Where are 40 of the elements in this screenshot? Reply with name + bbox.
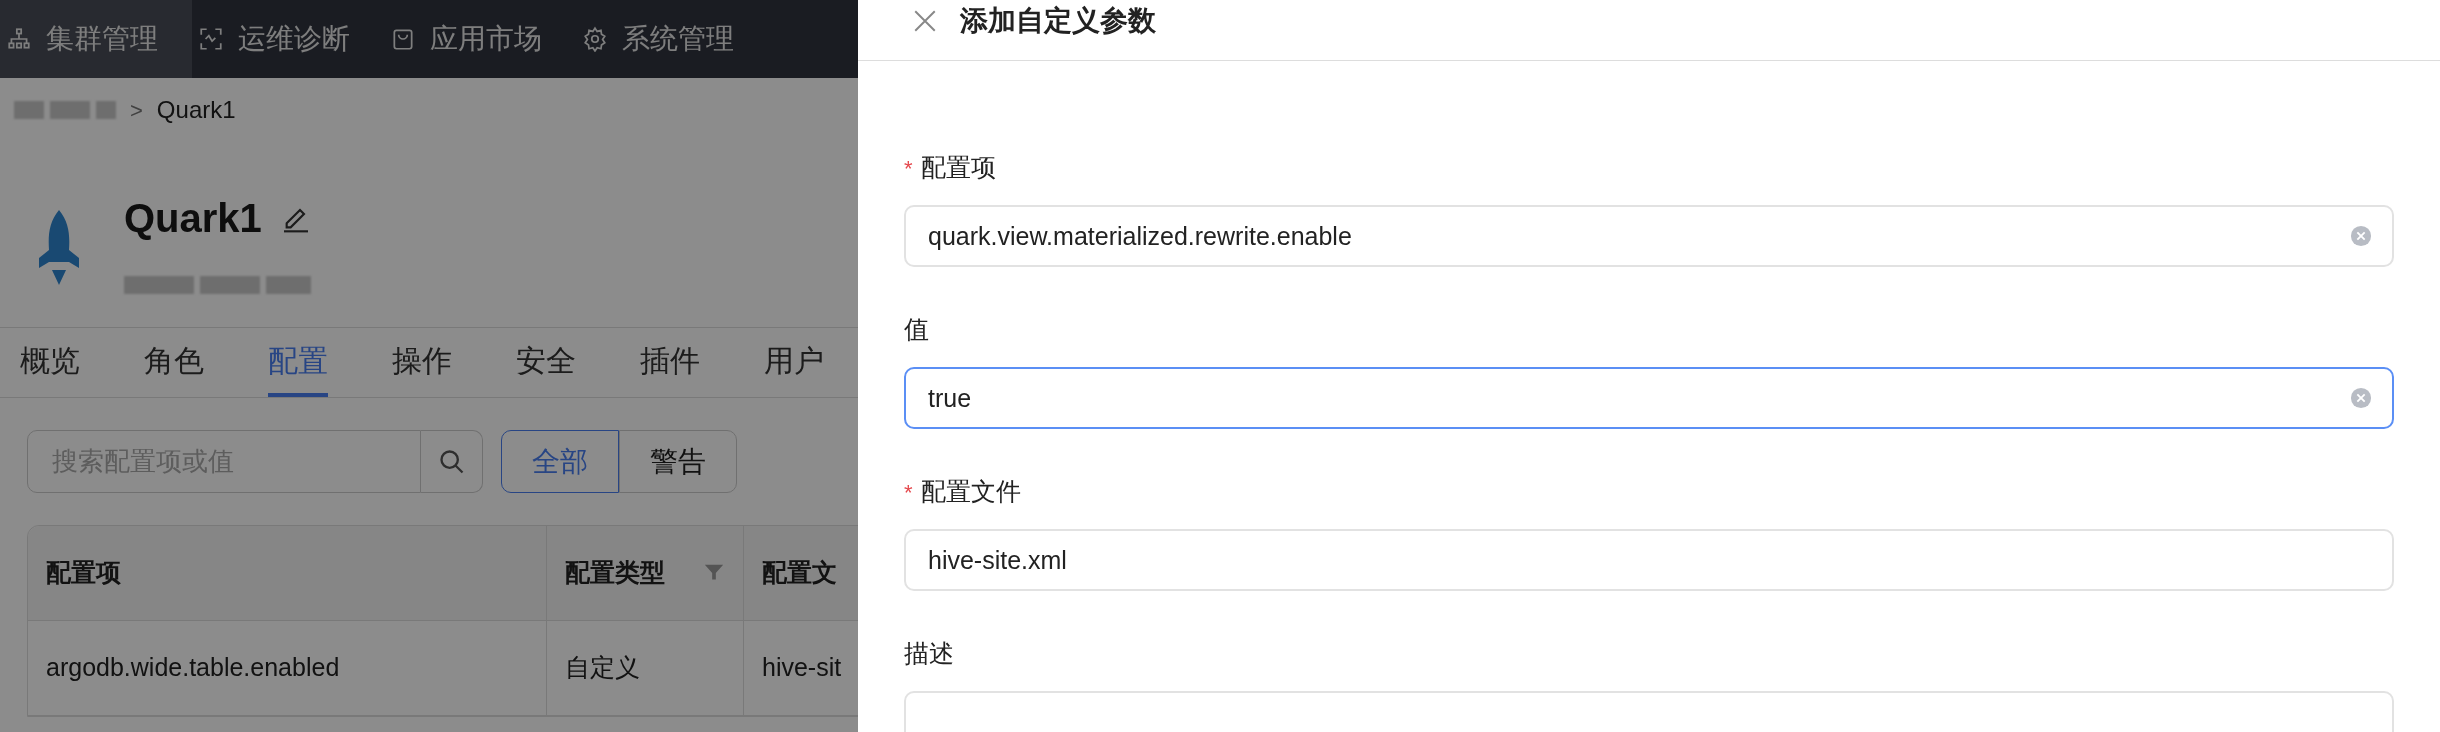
field-label: 配置项 — [920, 152, 996, 184]
filter-button[interactable]: 警告 — [619, 430, 737, 493]
tab[interactable]: 用户 — [764, 328, 824, 397]
tab[interactable]: 角色 — [144, 328, 204, 397]
field-label: 描述 — [904, 638, 954, 670]
tab[interactable]: 安全 — [516, 328, 576, 397]
search-icon — [437, 447, 466, 476]
nav-item[interactable]: 应用市场 — [384, 0, 576, 78]
tab[interactable]: 操作 — [392, 328, 452, 397]
breadcrumb-separator: > — [130, 96, 143, 125]
table-cell-text: hive-sit — [762, 652, 842, 684]
input-field[interactable]: true — [904, 367, 2394, 429]
scan-icon — [198, 26, 224, 52]
search-button[interactable] — [421, 430, 483, 493]
nav-item[interactable]: 系统管理 — [576, 0, 768, 78]
hierarchy-icon — [6, 26, 32, 52]
field-label: 配置文件 — [920, 476, 1021, 508]
drawer-title: 添加自定义参数 — [960, 4, 1156, 38]
column-header: 配置项 — [45, 557, 122, 589]
input-field[interactable]: hive-site.xml — [904, 529, 2394, 591]
field-label: 值 — [904, 314, 929, 346]
tab[interactable]: 概览 — [20, 328, 80, 397]
breadcrumb-item: Quark1 — [156, 95, 236, 125]
clear-icon[interactable] — [2350, 387, 2372, 409]
nav-item[interactable]: 集群管理 — [0, 0, 192, 78]
table-cell-text: 自定义 — [565, 652, 640, 684]
table-cell-text: argodb.wide.table.enabled — [46, 652, 340, 684]
required-mark: * — [904, 154, 913, 183]
input-field[interactable]: quark.view.materialized.rewrite.enable — [904, 205, 2394, 267]
clear-icon[interactable] — [2350, 225, 2372, 247]
tab[interactable]: 插件 — [640, 328, 700, 397]
nav-item[interactable]: 运维诊断 — [192, 0, 384, 78]
tab[interactable]: 配置 — [268, 328, 328, 397]
settings-icon — [582, 26, 608, 52]
cluster-title: Quark1 — [124, 194, 262, 242]
shopping-bag-icon — [390, 26, 416, 52]
filter-button[interactable]: 全部 — [501, 430, 619, 493]
close-icon[interactable] — [912, 8, 938, 34]
required-mark: * — [904, 478, 913, 507]
column-header: 配置类型 — [546, 526, 743, 620]
